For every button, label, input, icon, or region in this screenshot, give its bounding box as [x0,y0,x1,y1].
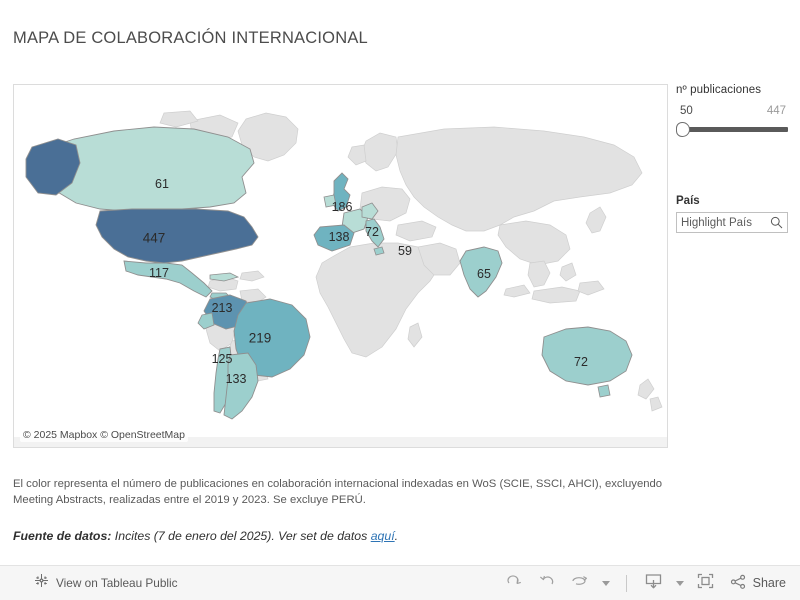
download-icon [644,572,663,595]
page-title: MAPA DE COLABORACIÓN INTERNACIONAL [13,29,368,47]
download-dropdown-button[interactable] [672,570,688,596]
share-icon [730,574,747,593]
source-end: . [394,529,399,543]
view-on-tableau-public[interactable]: View on Tableau Public [34,573,178,593]
world-map-svg [14,85,667,447]
reset-button[interactable] [565,570,595,596]
source-text: Incites (7 de enero del 2025). Ver set d… [111,529,371,543]
undo-button[interactable] [499,570,529,596]
toolbar-divider [625,574,627,592]
slider-track[interactable] [688,127,788,132]
caption-line-1: El color representa el número de publica… [13,478,663,490]
legend-title: nº publicaciones [676,84,762,96]
country-tasmania[interactable] [597,384,611,398]
chevron-down-icon [675,580,684,586]
undo-icon [505,573,523,594]
share-button[interactable]: Share [730,574,786,593]
share-label: Share [752,576,786,590]
highlight-filter[interactable] [676,212,788,233]
legend-scale: 50 447 [676,105,788,120]
map-container[interactable]: 61 447 117 213 219 125 133 186 138 72 59… [13,84,668,448]
slider-handle[interactable] [676,122,690,137]
search-input[interactable] [677,213,769,232]
reset-icon [570,573,590,594]
download-button[interactable] [639,570,669,596]
filter-label: País [676,195,700,207]
tableau-toolbar: View on Tableau Public Share [0,565,800,600]
dataset-link[interactable]: aquí [371,529,395,543]
chevron-down-icon [601,580,610,586]
world-map[interactable] [14,85,667,447]
country-ireland[interactable] [323,194,337,208]
toolbar-actions: Share [499,570,790,596]
search-icon[interactable] [770,216,783,234]
caption-line-2: Meeting Abstracts, realizadas entre el 2… [13,494,366,506]
legend-slider[interactable] [676,122,788,138]
legend-max-value: 447 [766,105,786,117]
tableau-dashboard: MAPA DE COLABORACIÓN INTERNACIONAL 61 44… [0,0,800,600]
map-attribution[interactable]: © 2025 Mapbox © OpenStreetMap [20,428,188,442]
caption-block: El color representa el número de publica… [13,476,753,508]
map-side-panel: nº publicaciones 50 447 País [676,84,788,233]
fullscreen-icon [696,572,715,595]
tableau-logo-icon [34,573,49,593]
redo-icon [538,573,556,594]
source-label: Fuente de datos: [13,529,112,543]
source-line: Fuente de datos: Incites (7 de enero del… [13,529,753,543]
view-on-tableau-public-label: View on Tableau Public [56,576,178,590]
fullscreen-button[interactable] [691,570,721,596]
revert-dropdown-button[interactable] [598,570,614,596]
redo-button[interactable] [532,570,562,596]
legend-min-value: 50 [680,105,693,117]
